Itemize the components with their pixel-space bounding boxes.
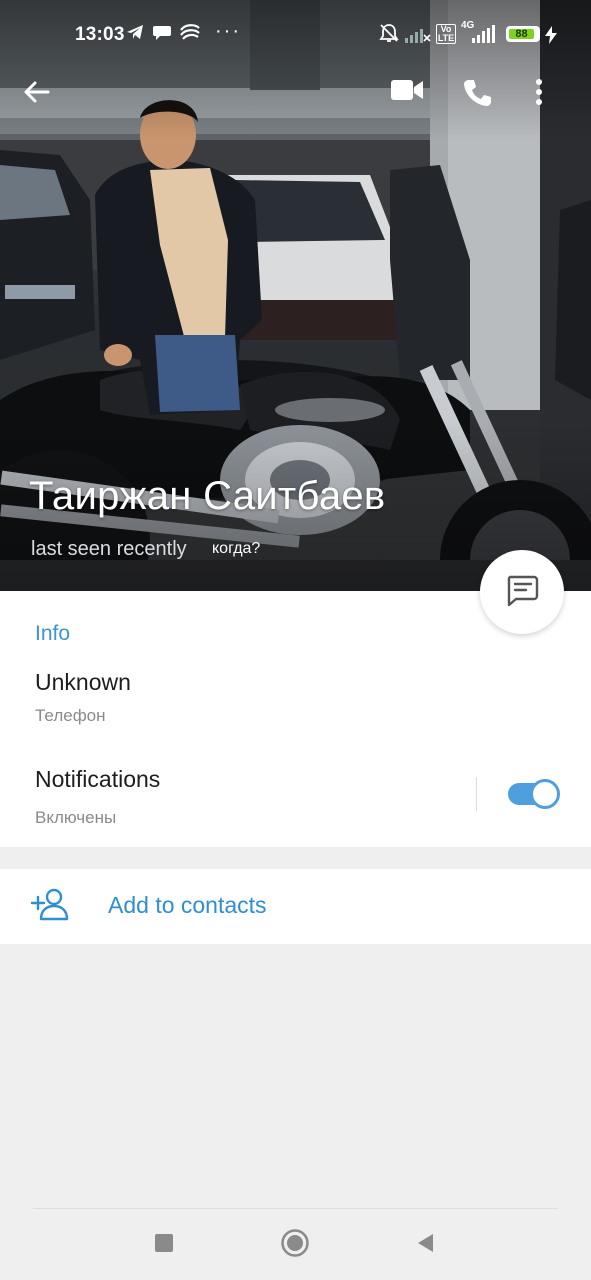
add-to-contacts-label: Add to contacts — [108, 892, 267, 918]
call-button[interactable] — [462, 78, 502, 118]
status-bar: 13:03 ··· Vo LTE 4G 88 — [0, 0, 591, 68]
nav-divider — [33, 1208, 558, 1209]
notifications-title[interactable]: Notifications — [35, 766, 160, 793]
home-button[interactable] — [278, 1228, 312, 1262]
battery-icon: 88 — [506, 26, 540, 42]
profile-photo[interactable]: 13:03 ··· Vo LTE 4G 88 Таиржан Саитбаев … — [0, 0, 591, 591]
send-message-button[interactable] — [480, 550, 564, 634]
more-options-button[interactable] — [535, 78, 575, 118]
status-time: 13:03 — [75, 24, 125, 45]
add-user-icon — [30, 887, 70, 926]
info-section-title: Info — [35, 622, 71, 645]
profile-name: Таиржан Саитбаев — [29, 474, 386, 518]
last-seen-hint[interactable]: когда? — [212, 540, 260, 558]
volte-badge: Vo LTE — [436, 24, 456, 44]
battery-level: 88 — [509, 29, 534, 40]
recents-button[interactable] — [147, 1228, 181, 1262]
triangle-back-icon — [415, 1232, 435, 1259]
message-icon — [504, 572, 540, 613]
square-icon — [154, 1233, 174, 1258]
notifications-toggle[interactable] — [508, 779, 560, 809]
toggle-knob — [530, 779, 560, 809]
phone-label: Телефон — [35, 706, 106, 725]
home-circle-icon — [280, 1228, 310, 1263]
more-dots-icon: ··· — [215, 20, 241, 42]
back-nav-button[interactable] — [408, 1228, 442, 1262]
back-button[interactable] — [22, 78, 62, 118]
notifications-state: Включены — [35, 808, 117, 827]
video-call-button[interactable] — [390, 78, 430, 118]
add-to-contacts-button[interactable]: Add to contacts — [0, 869, 591, 944]
divider — [476, 777, 477, 811]
last-seen-status: last seen recently — [31, 538, 187, 560]
phone-value[interactable]: Unknown — [35, 669, 131, 696]
